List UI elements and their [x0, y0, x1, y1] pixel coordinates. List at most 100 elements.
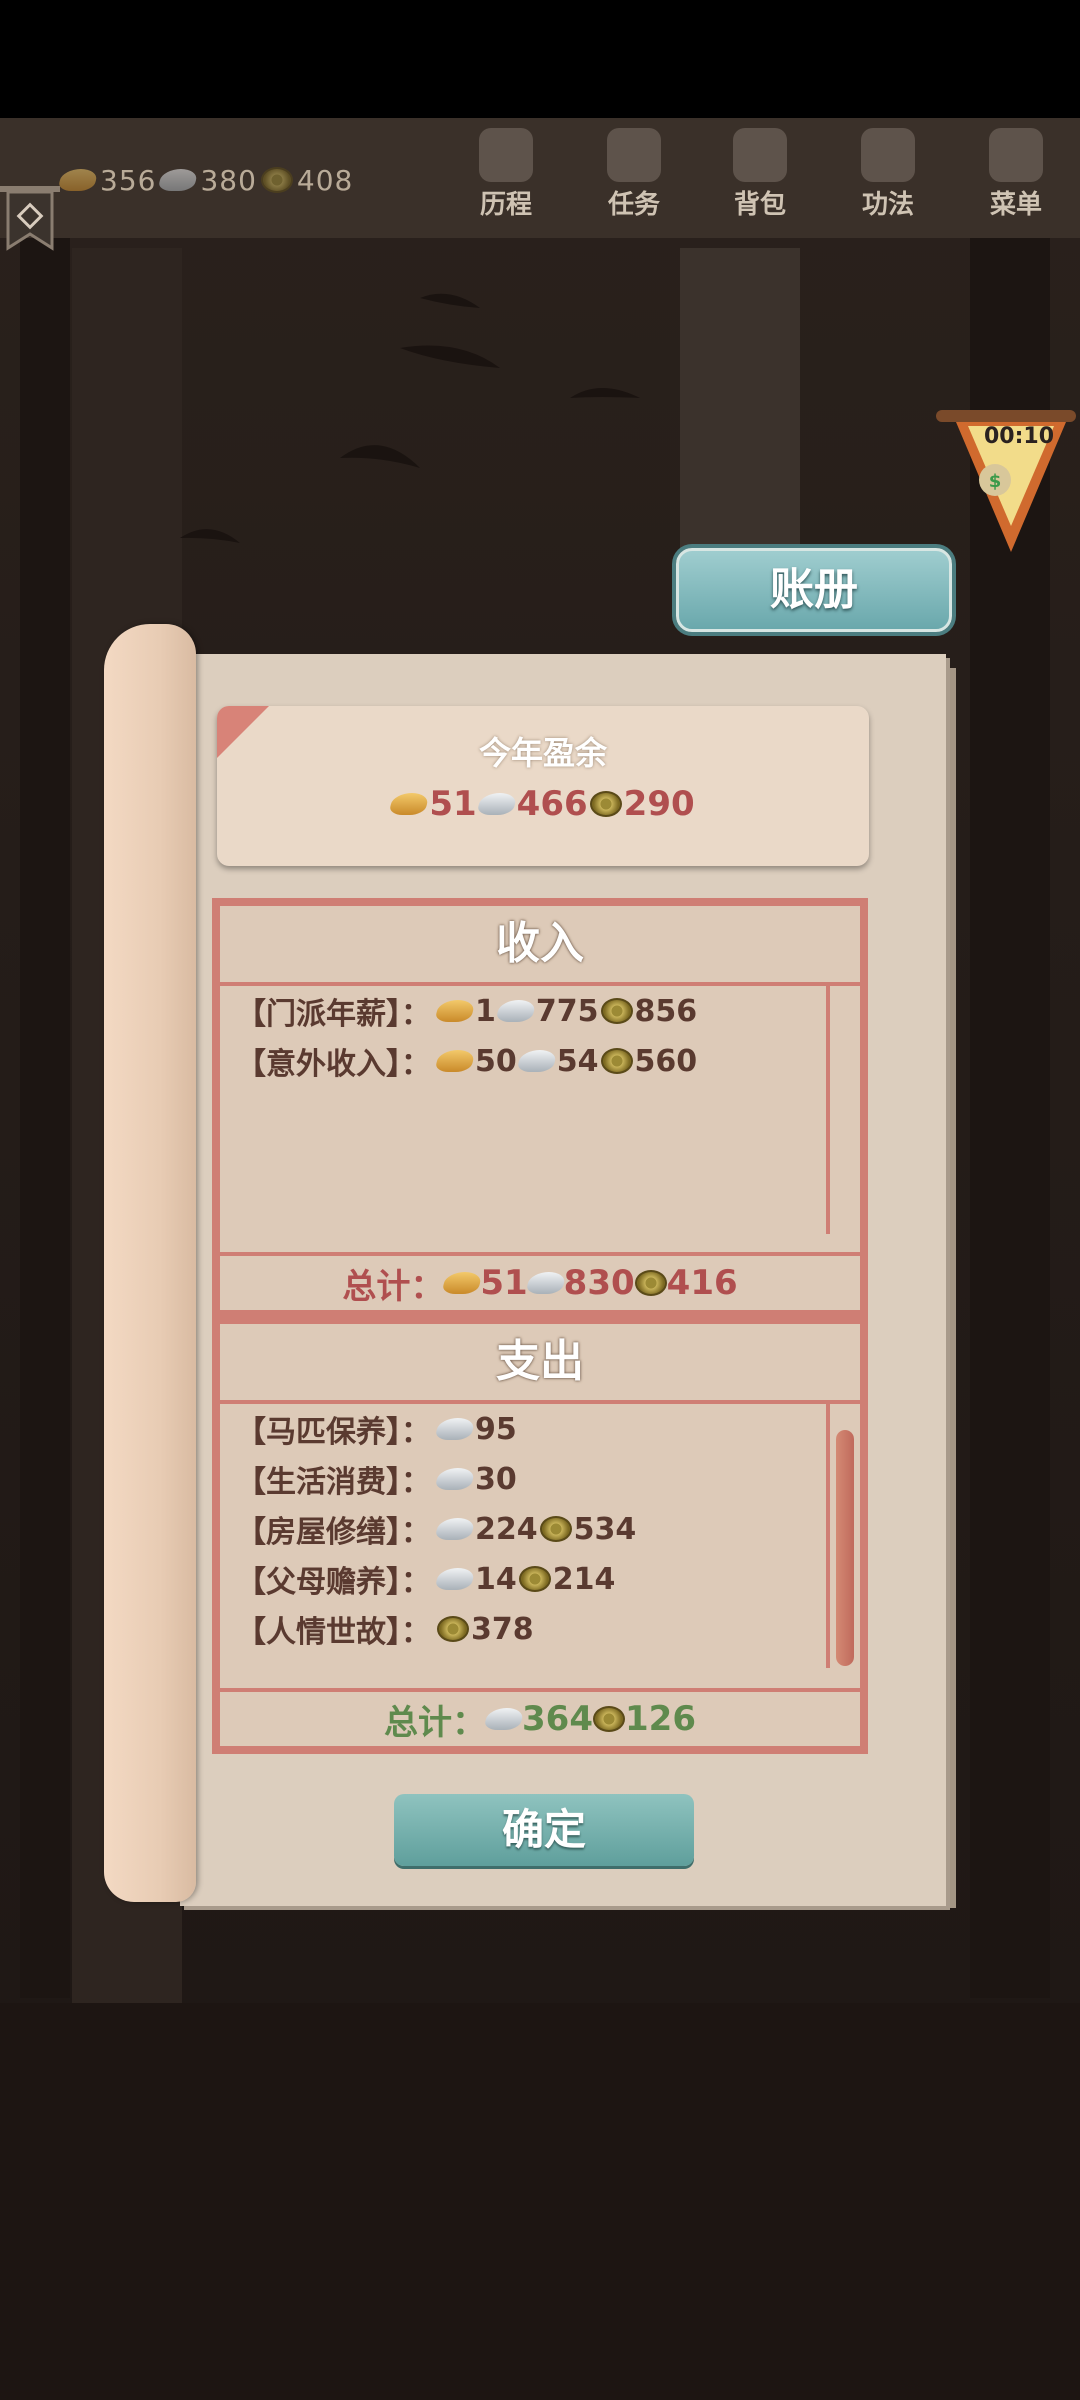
copper-coin-icon [600, 998, 633, 1024]
silver-ingot-icon [434, 1518, 476, 1540]
ledger-title: 账册 [676, 548, 952, 632]
status-bar-area [0, 0, 1080, 118]
silver-ingot-icon [434, 1568, 476, 1590]
silver-ingot-icon [157, 169, 200, 191]
scroll-roll [104, 624, 196, 1902]
item-label: 【房屋修缮】： [236, 1515, 431, 1550]
silver-amount: 380 [200, 163, 257, 197]
nav-label: 功法 [861, 190, 914, 220]
silver-ingot-icon [475, 793, 518, 815]
crows-silhouette [180, 293, 640, 543]
surplus-gold: 51 [429, 784, 477, 824]
list-item: 【马匹保养】： 95 [220, 1404, 826, 1454]
resource-bar: 356 380 408 [57, 160, 353, 200]
nav-task[interactable]: 任务 [584, 128, 684, 220]
silver-ingot-icon [434, 1418, 476, 1440]
task-icon [607, 128, 661, 182]
list-item: 【生活消费】： 30 [220, 1454, 826, 1504]
copper-coin-icon [437, 1616, 469, 1642]
total-gold: 51 [480, 1263, 528, 1303]
item-silver: 14 [475, 1561, 517, 1597]
nav-label: 历程 [479, 190, 532, 220]
copper-coin-icon [593, 1706, 625, 1732]
journey-icon [479, 128, 533, 182]
gold-ingot-icon [388, 793, 431, 815]
item-silver: 54 [556, 1043, 599, 1079]
copper-coin-icon [539, 1516, 572, 1542]
gold-ingot-icon [434, 1000, 476, 1022]
gold-ingot-icon [434, 1050, 476, 1072]
expense-panel: 支出 【马匹保养】： 95 【生活消费】： 30 【房屋修缮】： 224 534 [212, 1316, 868, 1754]
list-item: 【意外收入】： 50 54 560 [220, 1036, 826, 1086]
nav-menu[interactable]: 菜单 [966, 128, 1066, 220]
confirm-button[interactable]: 确定 [394, 1794, 694, 1866]
surplus-copper: 290 [623, 784, 695, 824]
copper-coin-icon [518, 1566, 551, 1592]
surplus-silver: 466 [516, 784, 588, 824]
copper-coin-icon [589, 791, 622, 817]
expense-title: 支出 [220, 1324, 860, 1404]
item-copper: 214 [552, 1561, 616, 1597]
expense-total: 总计： 364 126 [220, 1688, 860, 1746]
gold-ingot-icon [441, 1272, 484, 1294]
timer-flag[interactable]: $ 00:10 [936, 410, 1076, 570]
silver-ingot-icon [434, 1468, 476, 1490]
nav-label: 背包 [733, 190, 786, 220]
list-item: 【房屋修缮】： 224 534 [220, 1504, 826, 1554]
silver-ingot-icon [524, 1272, 567, 1294]
item-copper: 534 [573, 1511, 637, 1547]
total-label: 总计： [342, 1266, 445, 1307]
expense-list[interactable]: 【马匹保养】： 95 【生活消费】： 30 【房屋修缮】： 224 534 【父… [220, 1404, 830, 1668]
nav-label: 菜单 [989, 190, 1042, 220]
nav-bag[interactable]: 背包 [710, 128, 810, 220]
silver-ingot-icon [494, 1000, 537, 1022]
item-copper: 856 [634, 993, 698, 1029]
item-gold: 50 [475, 1043, 517, 1079]
item-silver: 775 [535, 993, 599, 1029]
total-label: 总计： [384, 1702, 487, 1743]
expense-scrollbar-thumb[interactable] [836, 1430, 854, 1666]
list-item: 【门派年薪】： 1 775 856 [220, 986, 826, 1036]
income-total: 总计： 51 830 416 [220, 1252, 860, 1310]
item-label: 【生活消费】： [236, 1465, 431, 1500]
timer-text: 00:10 [983, 424, 1055, 449]
copper-coin-icon [260, 167, 293, 193]
item-label: 【门派年薪】： [236, 997, 431, 1032]
copper-coin-icon [634, 1270, 667, 1296]
item-gold: 1 [475, 993, 496, 1029]
item-label: 【意外收入】： [236, 1047, 431, 1082]
nav-journey[interactable]: 历程 [456, 128, 556, 220]
nav-label: 任务 [607, 190, 660, 220]
surplus-values: 51 466 290 [217, 784, 869, 824]
income-list[interactable]: 【门派年薪】： 1 775 856 【意外收入】： 50 54 560 [220, 986, 830, 1234]
item-silver: 95 [475, 1411, 517, 1447]
scroll-book-icon [861, 128, 915, 182]
item-label: 【父母赡养】： [236, 1565, 431, 1600]
item-copper: 560 [634, 1043, 698, 1079]
silver-ingot-icon [515, 1050, 558, 1072]
copper-coin-icon [600, 1048, 633, 1074]
list-item: 【父母赡养】： 14 214 [220, 1554, 826, 1604]
surplus-title: 今年盈余 [478, 734, 607, 772]
income-title: 收入 [220, 906, 860, 986]
item-label: 【人情世故】： [236, 1615, 431, 1650]
list-item: 【人情世故】： 378 [220, 1604, 826, 1654]
gold-ingot-icon [57, 169, 99, 191]
total-copper: 416 [666, 1263, 738, 1303]
total-silver: 830 [563, 1263, 635, 1303]
item-label: 【马匹保养】： [236, 1415, 431, 1450]
svg-text:$: $ [989, 471, 1002, 492]
total-silver: 364 [522, 1699, 593, 1739]
gold-amount: 356 [100, 163, 157, 197]
item-silver: 224 [475, 1511, 538, 1547]
bag-icon [733, 128, 787, 182]
left-pillar [20, 238, 70, 1998]
bottom-ground [0, 2003, 1080, 2400]
banner-icon[interactable] [0, 180, 60, 270]
total-copper: 126 [625, 1699, 696, 1739]
income-panel: 收入 【门派年薪】： 1 775 856 【意外收入】： 50 54 560 总… [212, 898, 868, 1318]
item-silver: 30 [475, 1461, 517, 1497]
item-copper: 378 [471, 1611, 534, 1647]
nav-skills[interactable]: 功法 [838, 128, 938, 220]
silver-ingot-icon [483, 1708, 525, 1730]
